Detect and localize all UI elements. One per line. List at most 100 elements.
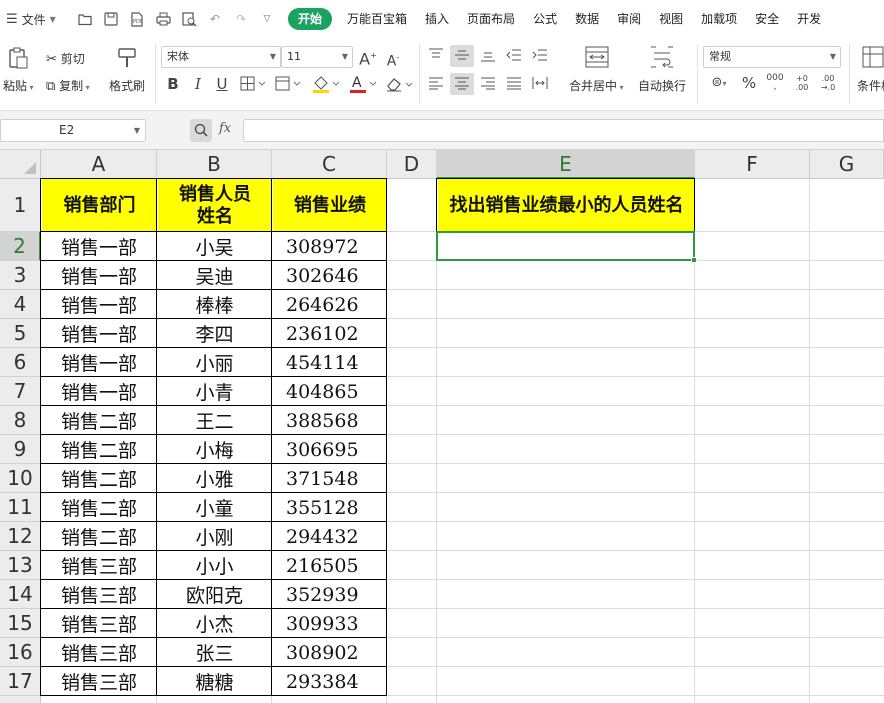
table-cell-a3[interactable]: 销售一部	[41, 261, 157, 290]
table-cell-b12[interactable]: 小刚	[157, 522, 272, 551]
increase-indent-icon[interactable]	[532, 48, 548, 66]
row-header-12[interactable]: 12	[0, 522, 41, 551]
table-cell-c16[interactable]: 308902	[272, 638, 387, 667]
tab-home[interactable]: 开始	[288, 8, 333, 30]
table-cell-b6[interactable]: 小丽	[157, 348, 272, 377]
row-header-5[interactable]: 5	[0, 319, 41, 348]
decrease-decimal-icon[interactable]: .00 →.0	[818, 74, 838, 92]
table-cell-a9[interactable]: 销售二部	[41, 435, 157, 464]
table-cell-b10[interactable]: 小雅	[157, 464, 272, 493]
tab-security[interactable]: 安全	[746, 8, 788, 30]
table-cell-b17[interactable]: 糖糖	[157, 667, 272, 696]
table-cell-a11[interactable]: 销售二部	[41, 493, 157, 522]
conditional-format-label[interactable]: 条件格	[857, 77, 884, 94]
table-cell-b8[interactable]: 王二	[157, 406, 272, 435]
export-pdf-icon[interactable]: PDF	[129, 11, 145, 27]
customize-quick-access-icon[interactable]: ▽	[259, 11, 275, 27]
currency-format-icon[interactable]: ⊜▾	[706, 75, 732, 92]
font-size-select[interactable]: 11 ▼	[281, 46, 353, 68]
tab-toolbox[interactable]: 万能百宝箱	[338, 8, 416, 30]
table-cell-c11[interactable]: 355128	[272, 493, 387, 522]
header-cell-e1[interactable]: 找出销售业绩最小的人员姓名	[438, 179, 695, 232]
table-cell-c3[interactable]: 302646	[272, 261, 387, 290]
distributed-align-icon[interactable]	[532, 76, 548, 94]
table-cell-b14[interactable]: 欧阳克	[157, 580, 272, 609]
table-cell-a7[interactable]: 销售一部	[41, 377, 157, 406]
table-cell-b3[interactable]: 吴迪	[157, 261, 272, 290]
table-cell-c8[interactable]: 388568	[272, 406, 387, 435]
table-cell-c10[interactable]: 371548	[272, 464, 387, 493]
row-header-9[interactable]: 9	[0, 435, 41, 464]
table-cell-c15[interactable]: 309933	[272, 609, 387, 638]
tab-review[interactable]: 审阅	[608, 8, 650, 30]
tab-data[interactable]: 数据	[566, 8, 608, 30]
row-header-17[interactable]: 17	[0, 667, 41, 696]
table-cell-a2[interactable]: 销售一部	[41, 232, 157, 261]
file-menu[interactable]: ☰ 文件 ▼	[0, 11, 72, 28]
table-cell-b7[interactable]: 小青	[157, 377, 272, 406]
row-header-13[interactable]: 13	[0, 551, 41, 580]
align-top-icon[interactable]	[428, 48, 444, 66]
column-header-g[interactable]: G	[810, 150, 884, 179]
open-folder-icon[interactable]	[77, 11, 93, 27]
paste-button[interactable]: 粘贴 ▾	[3, 77, 34, 94]
insert-function-label[interactable]: fx	[219, 121, 231, 136]
paste-icon[interactable]	[6, 46, 30, 70]
save-icon[interactable]	[103, 11, 119, 27]
wrap-text-icon[interactable]	[650, 46, 674, 72]
table-cell-a5[interactable]: 销售一部	[41, 319, 157, 348]
tab-page-layout[interactable]: 页面布局	[458, 8, 524, 30]
undo-icon[interactable]: ↶	[207, 11, 223, 27]
table-cell-c5[interactable]: 236102	[272, 319, 387, 348]
fill-pattern-icon[interactable]	[275, 76, 301, 96]
column-header-a[interactable]: A	[41, 150, 157, 179]
table-cell-a14[interactable]: 销售三部	[41, 580, 157, 609]
table-cell-a17[interactable]: 销售三部	[41, 667, 157, 696]
tab-developer[interactable]: 开发	[788, 8, 830, 30]
conditional-format-icon[interactable]	[862, 46, 884, 72]
row-header-3[interactable]: 3	[0, 261, 41, 290]
format-painter-label[interactable]: 格式刷	[109, 77, 145, 94]
tab-addins[interactable]: 加载项	[692, 8, 746, 30]
row-header-6[interactable]: 6	[0, 348, 41, 377]
wrap-text-label[interactable]: 自动换行	[638, 77, 686, 94]
copy-button[interactable]: ⧉ 复制 ▾	[46, 77, 90, 94]
row-header-14[interactable]: 14	[0, 580, 41, 609]
merge-center-button[interactable]: 合并居中 ▾	[569, 77, 624, 94]
tab-view[interactable]: 视图	[650, 8, 692, 30]
header-cell-a1[interactable]: 销售部门	[42, 179, 157, 232]
table-cell-a15[interactable]: 销售三部	[41, 609, 157, 638]
header-cell-b1[interactable]: 销售人员姓名	[158, 179, 272, 232]
percent-format-icon[interactable]: %	[740, 75, 758, 91]
table-cell-b4[interactable]: 棒棒	[157, 290, 272, 319]
print-preview-icon[interactable]	[181, 11, 197, 27]
row-header-2[interactable]: 2	[0, 232, 41, 261]
header-cell-c1[interactable]: 销售业绩	[273, 179, 387, 232]
row-header-11[interactable]: 11	[0, 493, 41, 522]
table-cell-c2[interactable]: 308972	[272, 232, 387, 261]
table-cell-a12[interactable]: 销售二部	[41, 522, 157, 551]
column-header-b[interactable]: B	[157, 150, 272, 179]
italic-button[interactable]: I	[190, 76, 206, 92]
align-left-icon[interactable]	[428, 76, 444, 94]
table-cell-c14[interactable]: 352939	[272, 580, 387, 609]
column-header-e[interactable]: E	[437, 150, 695, 179]
font-color-icon[interactable]: A	[348, 74, 378, 98]
row-header-1[interactable]: 1	[0, 179, 41, 232]
active-cell-e2[interactable]	[436, 231, 697, 263]
table-cell-a10[interactable]: 销售二部	[41, 464, 157, 493]
align-middle-icon[interactable]	[454, 48, 470, 66]
fill-color-icon[interactable]	[311, 74, 341, 98]
row-header-15[interactable]: 15	[0, 609, 41, 638]
table-cell-a6[interactable]: 销售一部	[41, 348, 157, 377]
table-cell-c6[interactable]: 454114	[272, 348, 387, 377]
table-cell-b2[interactable]: 小吴	[157, 232, 272, 261]
table-cell-b13[interactable]: 小小	[157, 551, 272, 580]
row-header-10[interactable]: 10	[0, 464, 41, 493]
row-header-4[interactable]: 4	[0, 290, 41, 319]
table-cell-a4[interactable]: 销售一部	[41, 290, 157, 319]
increase-decimal-icon[interactable]: +0.00	[792, 74, 812, 92]
table-cell-a8[interactable]: 销售二部	[41, 406, 157, 435]
formula-input[interactable]	[243, 119, 884, 142]
border-icon[interactable]	[240, 76, 266, 96]
